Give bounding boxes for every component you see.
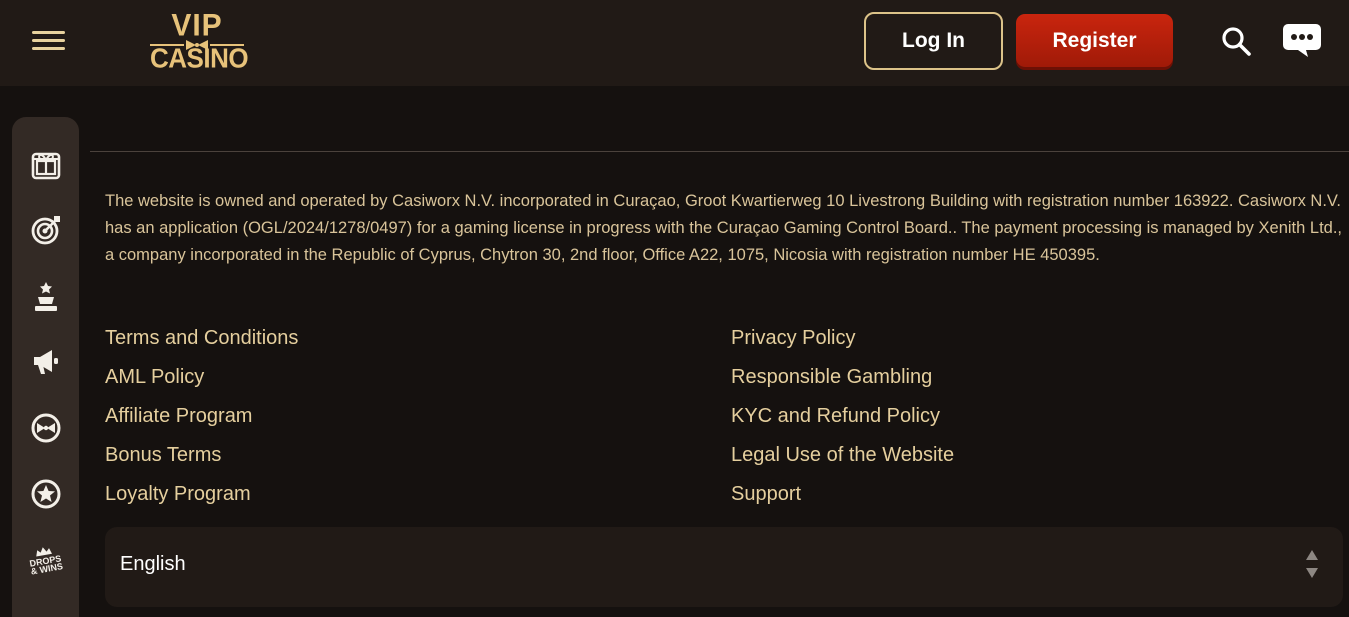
- chat-icon[interactable]: [1282, 23, 1322, 59]
- link-support[interactable]: Support: [731, 475, 954, 514]
- language-select[interactable]: English: [105, 527, 1343, 607]
- drops-wins-icon: DROPS & WINS: [27, 544, 64, 577]
- divider: [90, 151, 1349, 152]
- sidebar-item-loyalty[interactable]: [12, 472, 79, 516]
- logo-line1: VIP: [171, 8, 223, 43]
- sidebar-item-news[interactable]: [12, 340, 79, 384]
- star-badge-icon: [31, 479, 60, 509]
- footer-links-column-2: Privacy Policy Responsible Gambling KYC …: [731, 319, 954, 514]
- link-privacy-policy[interactable]: Privacy Policy: [731, 319, 954, 358]
- sidebar-item-missions[interactable]: [12, 208, 79, 252]
- vip-casino-logo[interactable]: VIP CASINO: [150, 8, 249, 74]
- logo-line2: CASINO: [150, 42, 249, 74]
- sidebar-item-vip-club[interactable]: [12, 406, 79, 450]
- sidebar-item-tournaments[interactable]: [12, 274, 79, 318]
- link-bonus-terms[interactable]: Bonus Terms: [105, 436, 298, 475]
- hamburger-icon[interactable]: [32, 31, 65, 51]
- bow-tie-icon: [31, 413, 60, 443]
- login-button[interactable]: Log In: [864, 12, 1003, 70]
- link-legal-use[interactable]: Legal Use of the Website: [731, 436, 954, 475]
- sidebar-item-drops-wins[interactable]: DROPS & WINS: [12, 538, 79, 582]
- sidebar-item-promotions[interactable]: [12, 142, 79, 186]
- sidebar: DROPS & WINS: [12, 117, 79, 617]
- link-terms-and-conditions[interactable]: Terms and Conditions: [105, 319, 298, 358]
- gift-icon: [31, 152, 60, 180]
- link-aml-policy[interactable]: AML Policy: [105, 358, 298, 397]
- top-header: VIP CASINO Log In Register: [0, 0, 1349, 86]
- legal-disclaimer: The website is owned and operated by Cas…: [105, 192, 1342, 264]
- footer-links-column-1: Terms and Conditions AML Policy Affiliat…: [105, 319, 298, 514]
- search-icon[interactable]: [1220, 25, 1252, 57]
- register-button[interactable]: Register: [1016, 14, 1173, 67]
- link-kyc-refund-policy[interactable]: KYC and Refund Policy: [731, 397, 954, 436]
- select-arrows-icon: [1306, 550, 1318, 578]
- trophy-icon: [34, 282, 57, 311]
- link-responsible-gambling[interactable]: Responsible Gambling: [731, 358, 954, 397]
- target-icon: [31, 216, 60, 245]
- language-select-value: English: [120, 553, 186, 575]
- link-affiliate-program[interactable]: Affiliate Program: [105, 397, 298, 436]
- megaphone-icon: [33, 350, 58, 374]
- link-loyalty-program[interactable]: Loyalty Program: [105, 475, 298, 514]
